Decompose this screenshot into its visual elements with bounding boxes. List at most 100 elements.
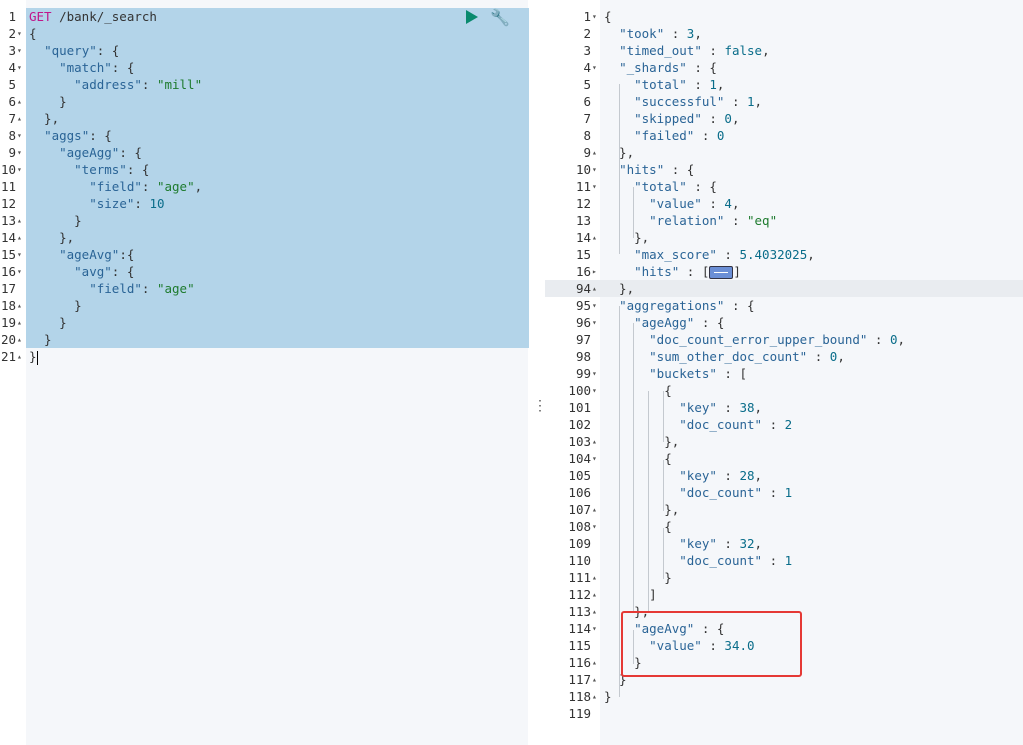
fold-toggle-icon[interactable]: ▾ [592,518,597,535]
fold-toggle-icon[interactable]: ▴ [592,586,597,603]
line-number: 107 [568,502,591,517]
code-token: : { [111,264,135,279]
line-number: 116 [568,655,591,670]
code-token: 0 [724,111,732,126]
line-number: 111 [568,570,591,585]
code-token: : [716,247,740,262]
fold-toggle-icon[interactable]: ▴ [592,688,597,705]
code-token: "value" [649,196,702,211]
request-line-20: 20 ▴ } [0,331,530,348]
fold-toggle-icon[interactable]: ▾ [592,178,597,195]
code-text: "size": 10 [29,195,165,212]
fold-toggle-icon[interactable]: ▾ [592,161,597,178]
request-editor[interactable]: 1 GET /bank/_search 2 ▾{3 ▾ "query": {4 ▾ "ma… [0,0,530,745]
wrench-icon[interactable]: 🔧 [490,8,510,27]
fold-toggle-icon[interactable]: ▾ [592,59,597,76]
code-token: { [604,9,612,24]
code-token: "address" [74,77,142,92]
line-number: 3 [8,43,16,58]
indent-guide [619,152,620,254]
code-text: "doc_count_error_upper_bound" : 0, [604,331,905,348]
indent-guide [633,323,634,612]
fold-toggle-icon[interactable]: ▴ [592,433,597,450]
request-line-1: 1 GET /bank/_search [0,8,530,25]
fold-toggle-icon[interactable]: ▾ [17,246,22,263]
response-line-95: 95 ▾ "aggregations" : { [545,297,1023,314]
code-text: { [604,382,672,399]
fold-toggle-icon[interactable]: ▴ [17,110,22,127]
fold-toggle-icon[interactable]: ▴ [592,603,597,620]
fold-toggle-icon[interactable]: ▾ [592,365,597,382]
response-line-101: 101 "key" : 38, [545,399,1023,416]
collapsed-block-icon[interactable] [709,266,734,279]
request-line-2: 2 ▾ { [0,25,530,42]
fold-toggle-icon[interactable]: ▴ [592,280,597,297]
fold-toggle-icon[interactable]: ▾ [592,382,597,399]
code-text: }, [604,501,679,518]
fold-toggle-icon[interactable]: ▾ [17,127,22,144]
fold-toggle-icon[interactable]: ▴ [17,297,22,314]
request-line-11: 11 "field": "age", [0,178,530,195]
fold-toggle-icon[interactable]: ▴ [592,501,597,518]
line-number: 11 [0,179,16,194]
line-number: 12 [575,196,591,211]
fold-toggle-icon[interactable]: ▴ [17,314,22,331]
fold-toggle-icon[interactable]: ▴ [592,569,597,586]
code-token: 1 [747,94,755,109]
code-text: } [604,688,612,705]
fold-toggle-icon[interactable]: ▴ [592,144,597,161]
code-token: "ageAgg" [59,145,120,160]
fold-toggle-icon[interactable]: ▾ [17,161,22,178]
fold-toggle-icon[interactable]: ▴ [17,93,22,110]
code-token: "_shards" [619,60,687,75]
fold-toggle-icon[interactable]: ▾ [17,144,22,161]
fold-toggle-icon[interactable]: ▴ [17,212,22,229]
code-token: 10 [149,196,165,211]
code-text: "max_score" : 5.4032025, [604,246,815,263]
play-icon[interactable] [466,10,478,24]
response-line-4: 4 ▾ "_shards" : { [545,59,1023,76]
fold-toggle-icon[interactable]: ▴ [17,331,22,348]
request-line-5: 5 "address": "mill" [0,76,530,93]
code-token: ] [733,264,741,279]
code-token: "key" [679,468,717,483]
response-line-16: 16 ▸ "hits" : [] [545,263,1023,280]
fold-toggle-icon[interactable]: ▾ [592,450,597,467]
fold-toggle-icon[interactable]: ▴ [592,671,597,688]
code-token: }, [29,111,60,126]
response-line-109: 109 "key" : 32, [545,535,1023,552]
code-token: : { [694,315,725,330]
fold-toggle-icon[interactable]: ▾ [592,8,597,25]
line-number: 16 [0,264,16,279]
fold-toggle-icon[interactable]: ▾ [17,263,22,280]
fold-toggle-icon[interactable]: ▾ [592,620,597,637]
fold-toggle-icon[interactable]: ▴ [17,348,22,365]
fold-toggle-icon[interactable]: ▾ [17,25,22,42]
code-token: "doc_count" [679,485,763,500]
fold-toggle-icon[interactable]: ▾ [17,42,22,59]
code-text: "hits" : [] [604,263,741,280]
line-number: 6 [8,94,16,109]
code-text: }, [604,280,634,297]
response-line-118: 118 ▴} [545,688,1023,705]
fold-toggle-icon[interactable]: ▾ [592,314,597,331]
fold-toggle-icon[interactable]: ▴ [17,229,22,246]
response-line-13: 13 "relation" : "eq" [545,212,1023,229]
code-text: "address": "mill" [29,76,202,93]
fold-toggle-icon[interactable]: ▾ [592,297,597,314]
fold-toggle-icon[interactable]: ▾ [17,59,22,76]
fold-toggle-icon[interactable]: ▸ [592,263,597,280]
line-number: 115 [568,638,591,653]
fold-toggle-icon[interactable]: ▴ [592,229,597,246]
code-token: "size" [89,196,135,211]
fold-toggle-icon[interactable]: ▴ [592,654,597,671]
code-token: "buckets" [649,366,717,381]
code-token: : { [111,60,135,75]
